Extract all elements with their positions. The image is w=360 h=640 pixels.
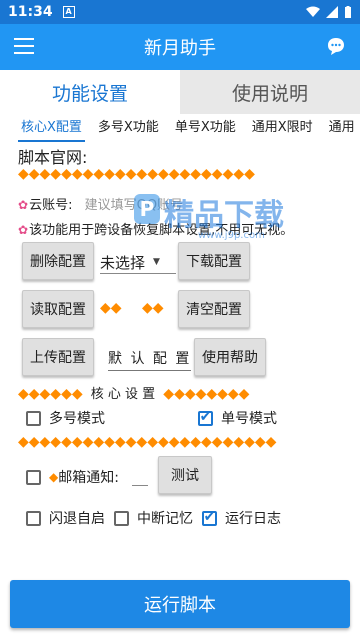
tab-function-settings[interactable]: 功能设置: [0, 70, 180, 114]
diamonds-right: ◆◆◆◆◆◆◆◆: [163, 386, 250, 402]
upload-config-button[interactable]: 上传配置: [22, 338, 94, 376]
watermark-logo: P: [134, 194, 160, 224]
watermark: 精品下载 www.j9p.com: [164, 190, 284, 241]
delete-config-button[interactable]: 删除配置: [22, 242, 94, 280]
core-settings-label: 核 心 设 置: [90, 387, 156, 402]
default-config-text: 默 认 配 置: [108, 351, 192, 367]
run-log-checkbox[interactable]: 运行日志: [202, 508, 281, 528]
watermark-text: 精品下载: [164, 198, 284, 233]
mail-notify-checkbox[interactable]: ◆ 邮箱通知:: [26, 467, 119, 487]
help-button[interactable]: 使用帮助: [194, 338, 266, 376]
diamonds-left: ◆◆◆◆◆◆: [18, 386, 83, 402]
subtab-multi-account[interactable]: 多号X功能: [95, 118, 162, 142]
status-time: 11:34: [8, 4, 53, 20]
dropdown-arrow-icon: ▼: [153, 257, 160, 267]
clear-config-button[interactable]: 清空配置: [178, 290, 250, 328]
chat-icon[interactable]: [326, 36, 346, 56]
default-config-field[interactable]: 默 认 配 置: [108, 348, 192, 371]
resume-memory-box[interactable]: [114, 510, 129, 526]
multi-mode-label: 多号模式: [49, 411, 105, 427]
crash-restart-checkbox[interactable]: 闪退自启: [26, 508, 105, 528]
status-icons: [306, 5, 352, 19]
main-tabs: 功能设置 使用说明: [0, 70, 360, 114]
app-bar: 新月助手: [0, 24, 360, 70]
single-mode-checkbox[interactable]: 单号模式: [198, 408, 277, 428]
mail-notify-box[interactable]: [26, 469, 41, 485]
tab-instructions[interactable]: 使用说明: [180, 70, 360, 114]
subtab-general-timed[interactable]: 通用X限时: [249, 118, 316, 142]
read-config-button[interactable]: 读取配置: [22, 290, 94, 328]
config-select[interactable]: 未选择 ▼: [100, 250, 176, 274]
menu-icon[interactable]: [14, 38, 34, 54]
battery-icon: [345, 5, 351, 18]
flower-icon: ✿: [18, 198, 29, 212]
test-button[interactable]: 测试: [158, 456, 212, 494]
single-mode-box[interactable]: [198, 410, 213, 426]
signal-icon: [326, 6, 338, 18]
run-log-box[interactable]: [202, 510, 217, 526]
notification-icon: A: [62, 6, 75, 18]
resume-memory-label: 中断记忆: [137, 511, 193, 527]
diamond-divider-top: ◆◆◆◆◆◆◆◆◆◆◆◆◆◆◆◆◆◆◆◆◆◆: [18, 166, 255, 182]
crash-restart-label: 闪退自启: [49, 511, 105, 527]
core-settings-heading: ◆◆◆◆◆◆ 核 心 设 置 ◆◆◆◆◆◆◆◆: [18, 383, 249, 402]
sub-tabs: 核心X配置 多号X功能 单号X功能 通用X限时 通用: [18, 118, 360, 142]
subtab-general[interactable]: 通用: [326, 118, 358, 142]
mail-input[interactable]: [132, 485, 148, 486]
config-select-value: 未选择: [100, 253, 146, 272]
diamond-pair-left: ◆◆: [100, 300, 122, 316]
mail-notify-label: 邮箱通知:: [58, 470, 119, 486]
multi-mode-checkbox[interactable]: 多号模式: [26, 408, 105, 428]
resume-memory-checkbox[interactable]: 中断记忆: [114, 508, 193, 528]
app-title: 新月助手: [144, 38, 216, 59]
run-script-button[interactable]: 运行脚本: [10, 580, 350, 628]
subtab-single-account[interactable]: 单号X功能: [172, 118, 239, 142]
run-log-label: 运行日志: [225, 511, 281, 527]
single-mode-label: 单号模式: [221, 411, 277, 427]
multi-mode-box[interactable]: [26, 410, 41, 426]
cloud-account-label: 云账号:: [29, 198, 73, 213]
download-config-button[interactable]: 下载配置: [178, 242, 250, 280]
subtab-core-config[interactable]: 核心X配置: [18, 118, 85, 142]
diamond-icon: ◆: [49, 470, 59, 484]
wifi-icon: [306, 6, 320, 17]
diamond-divider-middle: ◆◆◆◆◆◆◆◆◆◆◆◆◆◆◆◆◆◆◆◆◆◆◆◆: [18, 434, 277, 450]
flower-icon: ✿: [18, 223, 29, 237]
official-site-label: 脚本官网:: [18, 148, 88, 167]
crash-restart-box[interactable]: [26, 510, 41, 526]
diamond-pair-right: ◆◆: [142, 300, 164, 316]
status-bar: 11:34 A: [0, 0, 360, 24]
